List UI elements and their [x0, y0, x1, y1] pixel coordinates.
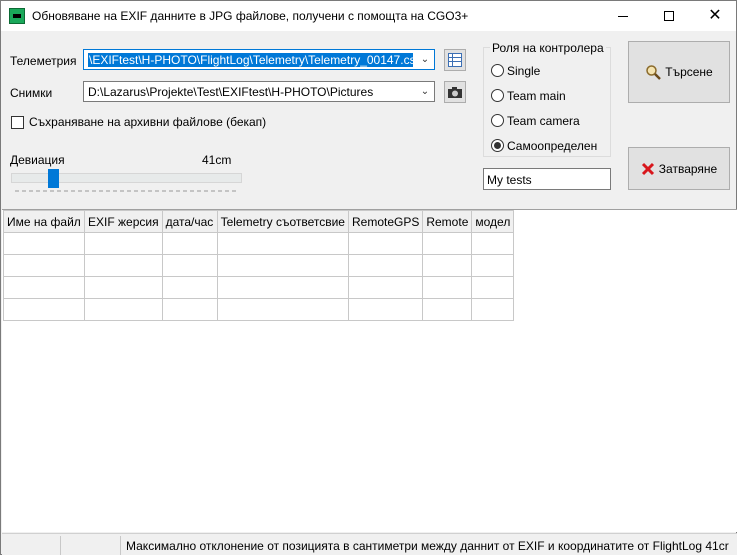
table-cell[interactable]	[3, 232, 85, 255]
table-cell[interactable]	[161, 298, 218, 321]
table-cell[interactable]	[216, 232, 349, 255]
table-row[interactable]	[3, 298, 515, 321]
status-text: Максимално отклонение от позицията в сан…	[126, 539, 729, 553]
column-header[interactable]: RemoteGPS	[347, 210, 424, 233]
results-grid[interactable]: Име на файл EXIF жерсия дата/час Telemet…	[2, 209, 737, 532]
deviation-slider-thumb[interactable]	[48, 169, 60, 188]
table-cell[interactable]	[3, 276, 85, 299]
radio-custom[interactable]	[491, 139, 504, 152]
status-bar: Максимално отклонение от позицията в сан…	[2, 533, 737, 555]
table-cell[interactable]	[471, 254, 515, 277]
photos-label: Снимки	[10, 86, 53, 100]
column-header[interactable]: модел	[471, 210, 515, 233]
chevron-down-icon[interactable]: ⌄	[416, 82, 434, 101]
table-row[interactable]	[3, 232, 515, 255]
telemetry-label: Телеметрия	[10, 54, 77, 68]
table-cell[interactable]	[84, 298, 163, 321]
table-cell[interactable]	[422, 254, 473, 277]
radio-single-label[interactable]: Single	[507, 64, 540, 78]
table-cell[interactable]	[471, 276, 515, 299]
camera-icon	[448, 86, 462, 98]
window-title: Обновяване на EXIF данните в JPG файлове…	[32, 9, 469, 23]
photos-path-value: D:\Lazarus\Projekte\Test\EXIFtest\H-PHOT…	[88, 85, 374, 99]
radio-team-main[interactable]	[491, 89, 504, 102]
custom-role-input[interactable]: My tests	[483, 168, 611, 190]
table-cell[interactable]	[471, 298, 515, 321]
app-drone-icon	[9, 8, 25, 24]
table-cell[interactable]	[161, 276, 218, 299]
maximize-icon	[664, 11, 674, 21]
spreadsheet-icon	[448, 53, 462, 67]
photos-path-combo[interactable]: D:\Lazarus\Projekte\Test\EXIFtest\H-PHOT…	[83, 81, 435, 102]
table-cell[interactable]	[422, 298, 473, 321]
radio-team-camera-label[interactable]: Team camera	[507, 114, 580, 128]
backup-label[interactable]: Съхраняване на архивни файлове (бекап)	[29, 115, 266, 129]
backup-checkbox[interactable]	[11, 116, 24, 129]
table-cell[interactable]	[84, 254, 163, 277]
deviation-slider[interactable]	[11, 173, 242, 183]
table-cell[interactable]	[3, 254, 85, 277]
column-header[interactable]: Telemetry съответсвие	[216, 210, 349, 233]
maximize-button[interactable]	[646, 1, 692, 31]
controller-role-title: Роля на контролера	[490, 41, 606, 55]
status-divider	[120, 536, 121, 555]
search-button[interactable]: Търсене	[628, 41, 730, 103]
title-bar[interactable]: Обновяване на EXIF данните в JPG файлове…	[1, 1, 736, 31]
column-header[interactable]: дата/час	[161, 210, 218, 233]
minimize-icon	[618, 15, 628, 17]
table-row[interactable]	[3, 254, 515, 277]
close-icon: ✕	[708, 7, 722, 24]
column-header[interactable]: Име на файл	[3, 210, 85, 233]
main-window: Обновяване на EXIF данните в JPG файлове…	[0, 0, 737, 555]
table-cell[interactable]	[422, 276, 473, 299]
results-table: Име на файл EXIF жерсия дата/час Telemet…	[3, 210, 515, 321]
chevron-down-icon[interactable]: ⌄	[416, 50, 434, 69]
status-divider	[60, 536, 61, 555]
close-button-label: Затваряне	[658, 161, 718, 176]
red-x-icon	[641, 162, 654, 175]
table-cell[interactable]	[216, 276, 349, 299]
radio-team-main-label[interactable]: Team main	[507, 89, 566, 103]
custom-role-value: My tests	[487, 173, 532, 187]
deviation-label: Девиация	[10, 153, 65, 167]
minimize-button[interactable]	[600, 1, 646, 31]
table-cell[interactable]	[347, 276, 424, 299]
table-row[interactable]	[3, 276, 515, 299]
table-cell[interactable]	[347, 232, 424, 255]
table-cell[interactable]	[84, 232, 163, 255]
table-cell[interactable]	[347, 254, 424, 277]
table-cell[interactable]	[161, 254, 218, 277]
photos-browse-button[interactable]	[444, 81, 466, 103]
deviation-value: 41cm	[202, 153, 232, 167]
table-cell[interactable]	[216, 298, 349, 321]
table-cell[interactable]	[3, 298, 85, 321]
column-header[interactable]: EXIF жерсия	[84, 210, 163, 233]
table-header-row: Име на файл EXIF жерсия дата/час Telemet…	[3, 210, 515, 233]
telemetry-browse-button[interactable]	[444, 49, 466, 71]
search-button-label: Търсене	[665, 65, 713, 79]
radio-team-camera[interactable]	[491, 114, 504, 127]
table-cell[interactable]	[216, 254, 349, 277]
radio-custom-label[interactable]: Самоопределен	[507, 139, 597, 153]
table-cell[interactable]	[84, 276, 163, 299]
close-window-button[interactable]: ✕	[692, 1, 737, 31]
telemetry-path-combo[interactable]: \EXIFtest\H-PHOTO\FlightLog\Telemetry\Te…	[83, 49, 435, 70]
telemetry-path-value: \EXIFtest\H-PHOTO\FlightLog\Telemetry\Te…	[88, 53, 413, 67]
table-cell[interactable]	[422, 232, 473, 255]
close-button[interactable]: Затваряне	[628, 147, 730, 190]
slider-ticks	[15, 190, 238, 192]
radio-single[interactable]	[491, 64, 504, 77]
table-cell[interactable]	[471, 232, 515, 255]
table-cell[interactable]	[161, 232, 218, 255]
column-header[interactable]: Remote	[422, 210, 473, 233]
magnifier-icon	[646, 65, 662, 80]
table-cell[interactable]	[347, 298, 424, 321]
